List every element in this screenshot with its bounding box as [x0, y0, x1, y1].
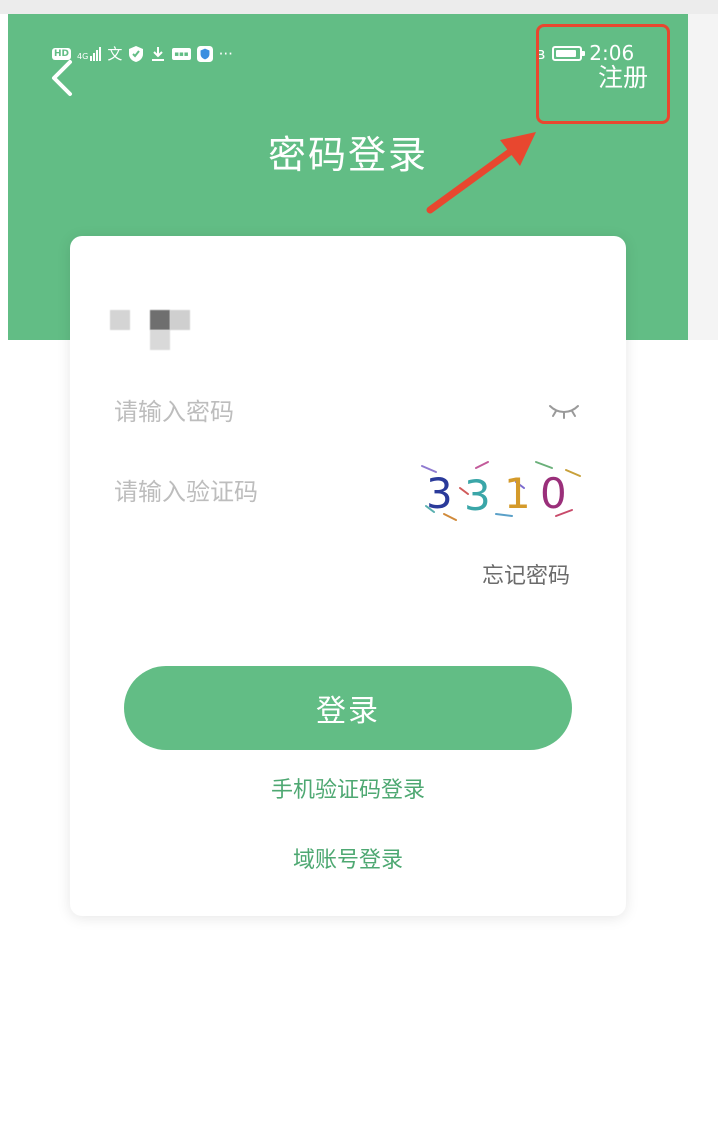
signal-icon: 4G: [77, 47, 102, 61]
password-visibility-toggle[interactable]: [546, 396, 582, 424]
captcha-digit: 3: [464, 471, 491, 520]
eye-closed-icon: [549, 405, 579, 419]
captcha-image[interactable]: 3 3 1 0: [416, 458, 586, 528]
download-icon: [152, 47, 165, 61]
captcha-digit: 1: [504, 469, 531, 518]
more-dots-icon: ···: [218, 45, 233, 63]
username-field-blurred[interactable]: [110, 310, 194, 352]
forgot-password-link[interactable]: 忘记密码: [482, 562, 570, 592]
chevron-left-icon: [52, 60, 72, 96]
sms-login-link[interactable]: 手机验证码登录: [70, 776, 626, 806]
password-input[interactable]: [114, 392, 514, 432]
translate-icon: 文: [107, 45, 123, 63]
login-button[interactable]: 登录: [124, 666, 572, 750]
captcha-digit: 3: [426, 469, 453, 518]
domain-login-link[interactable]: 域账号登录: [70, 846, 626, 876]
login-card: 3 3 1 0 忘记密码 登录 手机验证码登录 域账号登录: [70, 236, 626, 916]
top-strip: [0, 0, 718, 14]
annotation-highlight-box: [536, 24, 670, 124]
back-button[interactable]: [46, 58, 80, 98]
captcha-input[interactable]: [114, 472, 414, 512]
security-shield-icon: [196, 46, 213, 62]
captcha-digit: 0: [540, 469, 567, 518]
shield-icon: [129, 46, 144, 62]
page-title: 密码登录: [267, 133, 428, 177]
app-chip-icon: ▪▪▪: [172, 48, 191, 60]
